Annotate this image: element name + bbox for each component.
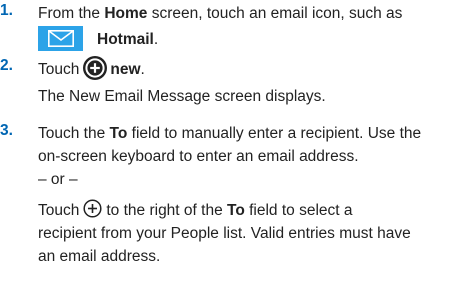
mail-tile-icon (38, 26, 83, 52)
home-label: Home (104, 5, 148, 22)
step-text: Hotmail. (38, 25, 464, 55)
step-note: The New Email Message screen displays. (38, 88, 326, 105)
to-field-label: To (109, 125, 128, 142)
step-text: an email address. (38, 248, 161, 265)
step-number: 2. (0, 57, 13, 74)
step-text: on-screen keyboard to enter an email add… (38, 148, 359, 165)
step-text: From the Home screen, touch an email ico… (38, 5, 403, 22)
instruction-page: 1. From the Home screen, touch an email … (0, 0, 470, 305)
to-field-label: To (227, 202, 245, 219)
new-label: new (110, 61, 141, 78)
step-text: Touch new. (38, 55, 464, 83)
hotmail-label: Hotmail (97, 31, 154, 48)
new-circle-plus-icon (83, 55, 108, 80)
step-body: Touch new. The New Email Message screen d… (38, 55, 464, 108)
step-body: From the Home screen, touch an email ico… (38, 2, 464, 55)
add-circle-icon (83, 199, 102, 218)
step-text: Touch to the right of the To field to sel… (38, 199, 464, 222)
step-text: recipient from your People list. Valid e… (38, 225, 411, 242)
step-text: Touch the To field to manually enter a r… (38, 125, 422, 142)
step-number: 3. (0, 122, 13, 139)
step-number: 1. (0, 2, 13, 19)
step-body: Touch the To field to manually enter a r… (38, 122, 464, 268)
or-separator: – or – (38, 171, 78, 188)
